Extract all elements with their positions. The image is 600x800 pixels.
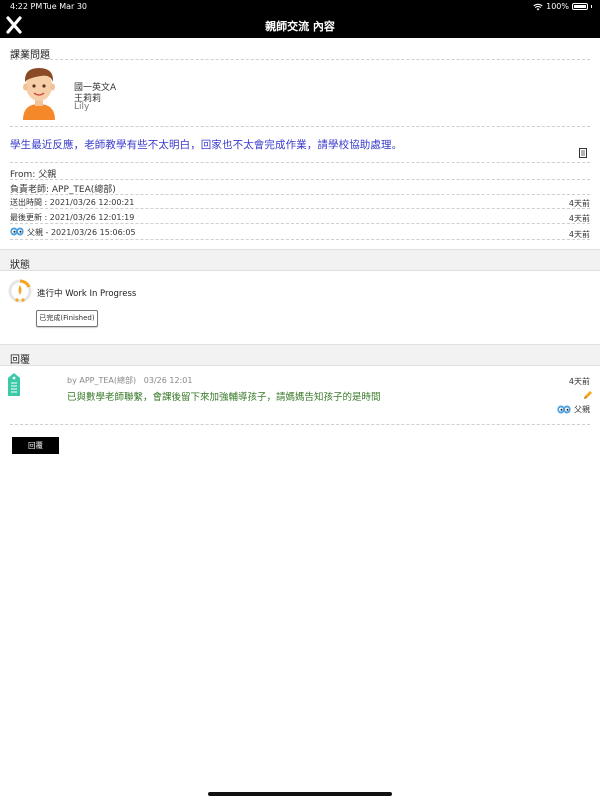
status-date: Tue Mar 30 (43, 2, 88, 11)
divider (10, 179, 590, 180)
status-text: 進行中 Work In Progress (37, 287, 136, 299)
home-indicator[interactable] (208, 792, 392, 796)
divider (10, 424, 590, 425)
sent-time: 送出時間 : 2021/03/26 12:00:21 (10, 198, 135, 207)
finished-button[interactable]: 已完成(Finished) (36, 310, 98, 327)
reply-time: 03/26 12:01 (143, 376, 193, 385)
reply-section-header: 回覆 (0, 344, 600, 366)
status-time: 4:22 PM (10, 2, 43, 11)
eyes-icon (557, 405, 571, 414)
reply-author: by APP_TEA(總部) (67, 376, 137, 385)
divider (10, 126, 590, 127)
battery-percent: 100% (546, 2, 569, 11)
battery-icon (572, 3, 588, 10)
student-avatar (23, 68, 55, 120)
divider (10, 59, 590, 60)
reply-meta: by APP_TEA(總部) 03/26 12:01 (67, 375, 192, 386)
page-title: 親師交流 內容 (265, 20, 335, 33)
status-right: 100% (533, 2, 592, 11)
divider (10, 194, 590, 195)
status-bar: 4:22 PM Tue Mar 30 100% (0, 0, 600, 14)
reply-seen-by: 父親 (557, 404, 590, 415)
reply-seen-by-label: 父親 (574, 405, 590, 414)
viewed-time: 父親 - 2021/03/26 15:06:05 (27, 228, 136, 237)
reply-text: 已與數學老師聯繫，會課後留下來加強輔導孩子，請媽媽告知孩子的是時間 (67, 392, 381, 403)
pencil-icon[interactable] (583, 390, 593, 400)
updated-time: 最後更新 : 2021/03/26 12:01:19 (10, 213, 135, 222)
student-english-name: Lily (74, 102, 90, 112)
status-en: Work In Progress (65, 289, 137, 299)
divider (10, 162, 590, 163)
tag-icon (8, 373, 20, 396)
eyes-icon (10, 227, 24, 236)
reply-ago: 4天前 (568, 377, 590, 386)
wifi-icon (533, 3, 543, 10)
status-zh: 進行中 (37, 289, 63, 299)
reply-button[interactable]: 回覆 (12, 437, 59, 454)
divider (10, 208, 590, 209)
nav-bar: 親師交流 內容 (0, 14, 600, 38)
document-icon[interactable] (579, 148, 587, 158)
status-progress-icon (8, 279, 32, 303)
message-text: 學生最近反應，老師教學有些不太明白，回家也不太會完成作業，請學校協助處理。 (10, 139, 403, 151)
divider (10, 223, 590, 224)
divider (10, 239, 590, 240)
status-section-header: 狀態 (0, 249, 600, 271)
